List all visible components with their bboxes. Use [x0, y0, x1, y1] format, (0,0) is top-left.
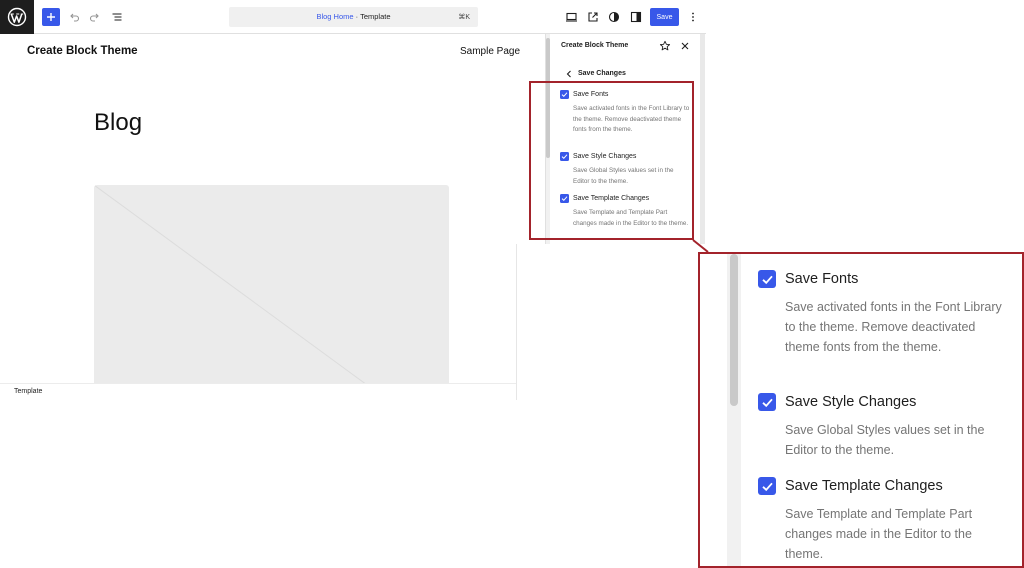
command-palette-bar[interactable]: Blog Home · Template ⌘K [229, 7, 478, 27]
save-style-changes-checkbox [758, 393, 776, 411]
option-label: Save Template Changes [785, 478, 943, 494]
sidebar-right-scrollbar[interactable] [700, 34, 705, 244]
close-icon[interactable] [679, 40, 691, 52]
desktop-icon [565, 12, 577, 22]
section-title: Save Changes [578, 70, 626, 77]
zoom-option-save-template-changes: Save Template Changes Save Template and … [758, 477, 1018, 564]
undo-icon [70, 13, 80, 22]
canvas-edge-divider [516, 244, 517, 400]
zoom-option-save-style-changes: Save Style Changes Save Global Styles va… [758, 393, 1018, 460]
document-overview-button[interactable] [109, 9, 125, 25]
zoom-option-save-fonts: Save Fonts Save activated fonts in the F… [758, 270, 1018, 357]
chevron-left-icon[interactable] [564, 69, 574, 79]
sidebar-title: Create Block Theme [561, 42, 629, 49]
checkmark-icon [761, 275, 773, 284]
save-button[interactable]: Save [650, 8, 679, 26]
settings-sidebar-button[interactable] [628, 9, 644, 25]
sidebar-header: Create Block Theme [546, 34, 706, 60]
navigation-link[interactable]: Sample Page [460, 46, 520, 57]
sidebar-toggle-icon [630, 11, 642, 23]
styles-button[interactable] [606, 9, 622, 25]
undo-button[interactable] [66, 9, 82, 25]
featured-image-placeholder[interactable] [94, 185, 449, 384]
wordpress-logo-icon[interactable] [0, 0, 34, 34]
save-template-changes-checkbox [758, 477, 776, 495]
styles-half-circle-icon [608, 11, 620, 23]
external-link-icon [588, 12, 598, 22]
option-label: Save Style Changes [785, 394, 917, 410]
zoom-scrollbar [727, 254, 741, 566]
view-site-button[interactable] [585, 9, 601, 25]
options-menu-button[interactable] [685, 9, 701, 25]
site-title[interactable]: Create Block Theme [27, 45, 138, 57]
option-description: Save activated fonts in the Font Library… [785, 300, 1002, 354]
option-description: Save Template and Template Part changes … [785, 507, 973, 561]
checkmark-icon [761, 482, 773, 491]
block-breadcrumb[interactable]: Template [14, 388, 42, 395]
command-shortcut: ⌘K [458, 14, 470, 21]
editor-top-bar: Blog Home · Template ⌘K Save [0, 0, 706, 34]
save-fonts-checkbox [758, 270, 776, 288]
redo-icon [89, 13, 99, 22]
redo-button[interactable] [87, 9, 103, 25]
option-label: Save Fonts [785, 271, 859, 287]
zoomed-callout: Save Fonts Save activated fonts in the F… [698, 252, 1024, 568]
editor-canvas[interactable]: Create Block Theme Sample Page Blog [0, 34, 545, 384]
plus-icon [47, 13, 55, 21]
list-view-icon [112, 13, 122, 21]
page-heading[interactable]: Blog [94, 109, 142, 137]
highlight-frame [529, 81, 694, 240]
checkmark-icon [761, 398, 773, 407]
placeholder-diagonal-icon [94, 185, 367, 384]
editor-status-bar: Template [0, 383, 516, 400]
option-description: Save Global Styles values set in the Edi… [785, 423, 985, 457]
scrollbar-thumb [730, 254, 738, 406]
preview-device-button[interactable] [563, 9, 579, 25]
star-icon[interactable] [659, 40, 671, 52]
more-vertical-icon [692, 12, 694, 22]
document-title: Blog Home · Template [316, 12, 391, 21]
add-block-button[interactable] [42, 8, 60, 26]
